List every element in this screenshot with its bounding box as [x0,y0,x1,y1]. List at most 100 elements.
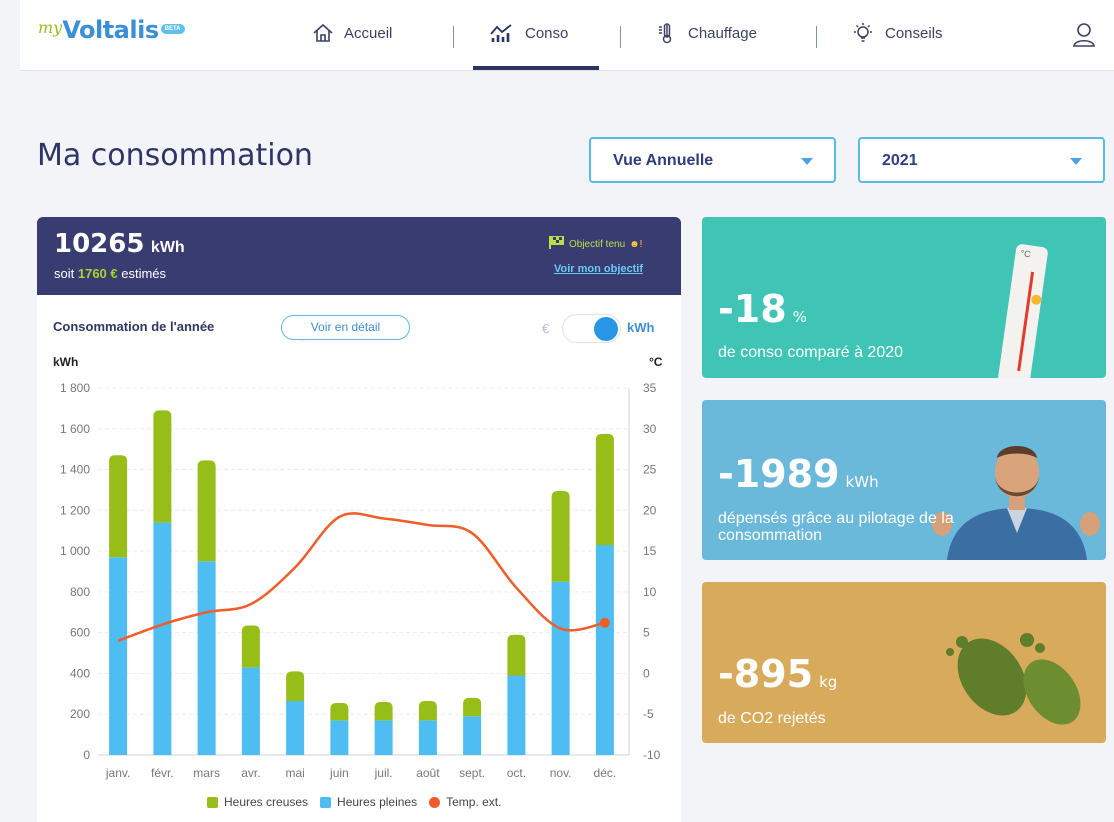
x-tick-label: juil. [374,766,393,780]
footprints-photo [932,622,1092,732]
consumption-bar-chart: 1 800 35 1 600 30 1 400 25 1 200 20 1 000 15 800 10… [60,381,661,780]
y-tick-label: 0 [83,748,90,762]
kpi-number: -1989 [718,452,840,496]
kpi-number: -18 [718,287,787,331]
nav-label-accueil: Accueil [344,24,393,42]
consumption-summary-banner: 10265 kWh soit 1760 € estimés Objectif t… [37,217,681,295]
nav-label-chauffage: Chauffage [688,24,757,42]
bar-heures-pleines [507,675,526,755]
top-navigation-bar: my Voltalis BETA Accueil Conso Chauffage… [20,0,1114,71]
bar-heures-creuses [418,700,437,721]
y2-tick-label: 30 [643,422,657,436]
y2-tick-label: 15 [643,544,657,558]
legend-label-creuses: Heures creuses [224,795,309,809]
active-tab-indicator [473,66,599,70]
x-tick-label: mars [193,766,220,780]
bar-heures-creuses [109,455,128,558]
nav-label-conseils: Conseils [885,24,943,42]
page-title: Ma consommation [37,138,313,173]
lightbulb-icon [851,22,875,44]
x-tick-label: sept. [459,766,485,780]
cost-prefix: soit [54,266,75,281]
nav-divider [453,26,454,48]
kpi-card-co2: -895 kg de CO2 rejetés [702,582,1106,743]
objective-link[interactable]: Voir mon objectif [554,263,643,275]
beta-badge: BETA [160,24,185,34]
bar-heures-pleines [109,557,128,755]
x-tick-label: oct. [507,766,526,780]
y-tick-label: 1 200 [60,503,90,517]
y-tick-label: 1 400 [60,463,90,477]
y2-tick-label: 35 [643,381,657,395]
logo-name: Voltalis [62,16,159,44]
bar-heures-creuses [595,433,614,545]
bar-heures-pleines [595,544,614,755]
y2-tick-label: -10 [643,748,661,762]
nav-divider [816,26,817,48]
total-unit: kWh [150,239,185,256]
chart-legend: Heures creuses Heures pleines Temp. ext. [207,795,501,809]
kpi-value: -18% [718,287,807,331]
legend-swatch-creuses [207,796,218,808]
y2-tick-label: 5 [643,626,650,640]
x-tick-label: nov. [550,766,572,780]
objective-status: Objectif tenu ☻! [549,236,642,252]
temperature-line [117,512,606,642]
y2-tick-label: 20 [643,503,657,517]
y-tick-label: 400 [70,666,90,680]
y-tick-label: 1 600 [60,422,90,436]
view-select[interactable]: Vue Annuelle [589,137,836,183]
total-value: 10265 [54,229,145,259]
year-select-value: 2021 [882,152,918,169]
voltalis-logo[interactable]: my Voltalis BETA [38,16,185,44]
x-tick-label: avr. [241,766,260,780]
bar-heures-creuses [197,460,216,562]
legend-swatch-temp [429,796,441,808]
nav-item-conso[interactable]: Conso [489,22,568,44]
x-tick-label: déc. [594,766,617,780]
bar-heures-pleines [551,581,570,755]
kpi-number: -895 [718,652,814,696]
user-icon[interactable] [1072,22,1096,53]
bar-heures-pleines [197,561,216,755]
kpi-unit: kWh [845,473,879,491]
kpi-description: dépensés grâce au pilotage de la consomm… [718,510,954,544]
bar-heures-pleines [418,720,437,755]
logo-prefix: my [38,18,63,37]
nav-item-chauffage[interactable]: Chauffage [656,22,757,44]
y-tick-label: 600 [70,626,90,640]
bar-heures-pleines [330,720,349,755]
legend-label-pleines: Heures pleines [337,795,418,809]
chevron-down-icon [1070,158,1082,165]
nav-item-accueil[interactable]: Accueil [312,22,392,44]
x-tick-label: juin [329,766,349,780]
y2-tick-label: 10 [643,585,657,599]
legend-swatch-pleines [320,796,332,808]
bar-heures-creuses [286,671,305,701]
smile-icon: ☻! [629,238,643,250]
cost-suffix: estimés [121,266,167,281]
bar-heures-creuses [374,701,393,721]
nav-item-conseils[interactable]: Conseils [851,22,943,44]
bar-heures-creuses [241,625,260,668]
estimated-cost-line: soit 1760 € estimés [54,266,166,281]
legend-label-temp: Temp. ext. [446,795,502,809]
kpi-description: de conso comparé à 2020 [718,344,904,361]
nav-label-conso: Conso [525,24,569,42]
kpi-description: de CO2 rejetés [718,710,826,727]
y-tick-label: 800 [70,585,90,599]
bar-heures-pleines [374,720,393,755]
bar-heures-creuses [551,490,570,582]
bar-heures-creuses [507,634,526,676]
x-tick-label: févr. [151,766,174,780]
total-consumption: 10265 kWh [54,229,185,259]
objective-status-label: Objectif tenu [569,238,626,250]
kpi-unit: % [792,308,807,326]
bar-heures-creuses [153,410,172,523]
year-select[interactable]: 2021 [858,137,1105,183]
y2-tick-label: -5 [643,707,654,721]
kpi-card-comparison: °C -18% de conso comparé à 2020 [702,217,1106,378]
bar-heures-pleines [463,716,482,755]
checkered-flag-icon [549,236,565,252]
home-icon [312,22,334,44]
